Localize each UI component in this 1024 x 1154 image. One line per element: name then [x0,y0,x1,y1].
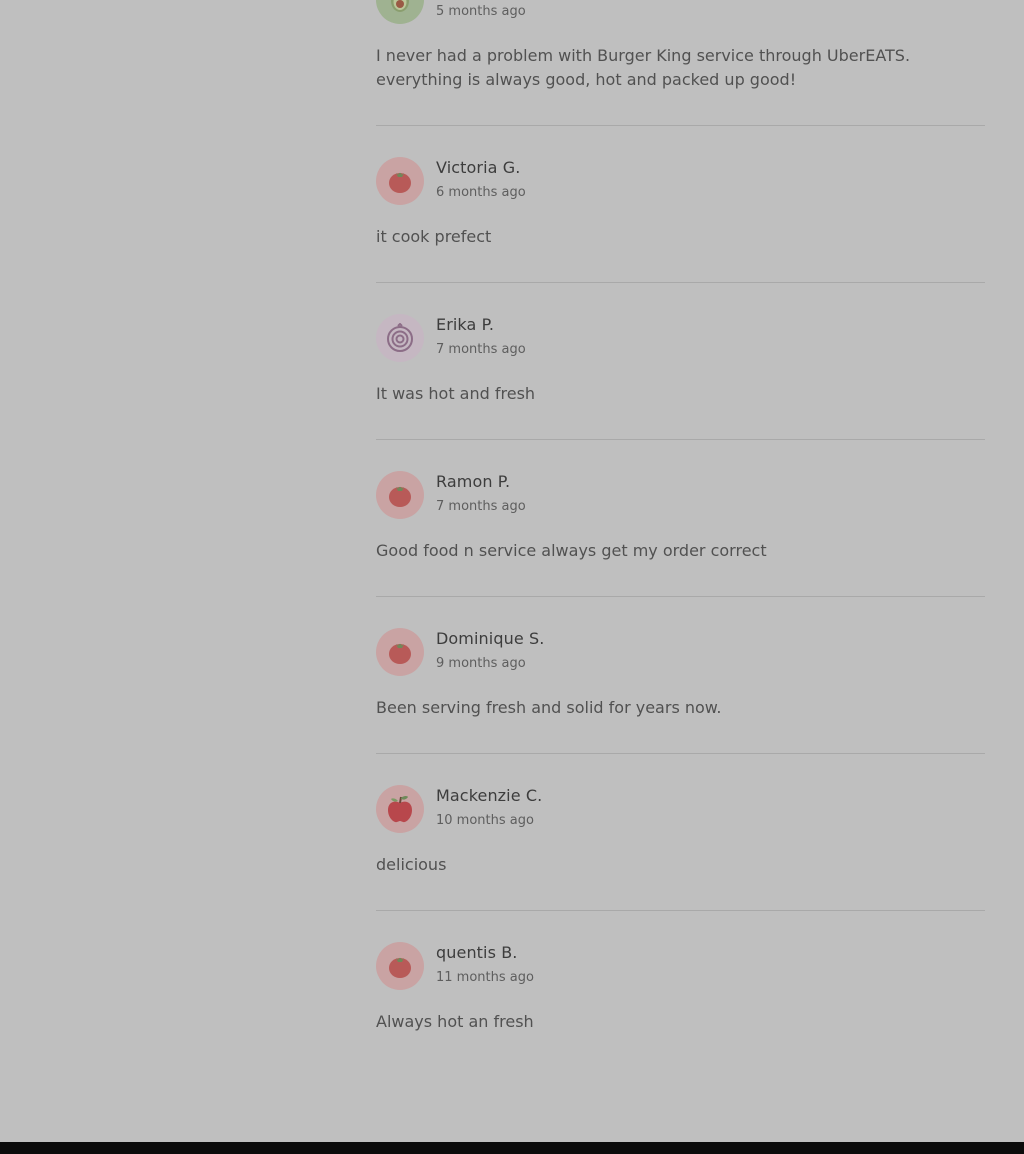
review-text: it cook prefect [376,227,492,246]
review-divider [376,282,985,283]
review-date: 6 months ago [436,185,526,200]
review-item: quentis B. 11 months ago Always hot an f… [376,942,985,1031]
reviewer-name: Erika P. [436,315,495,334]
reviewer-name: quentis B. [436,943,518,962]
review-item: Victoria G. 6 months ago it cook prefect [376,157,985,283]
tomato-icon [387,953,413,979]
page-footer-bar [0,1142,1024,1154]
avocado-icon [386,0,414,14]
review-text: I never had a problem with Burger King s… [376,46,911,89]
review-header: 5 months ago [376,0,985,24]
review-text: Always hot an fresh [376,1012,534,1031]
review-header: quentis B. 11 months ago [376,942,985,990]
review-date: 9 months ago [436,656,526,671]
review-header: Dominique S. 9 months ago [376,628,985,676]
review-date: 7 months ago [436,499,526,514]
review-date: 7 months ago [436,342,526,357]
reviewer-name: Dominique S. [436,629,545,648]
review-header: Mackenzie C. 10 months ago [376,785,985,833]
reviewer-avatar [376,942,424,990]
review-date: 5 months ago [436,4,526,19]
review-date: 11 months ago [436,970,534,985]
reviewer-name: Victoria G. [436,158,521,177]
apple-icon [386,794,414,824]
reviewer-avatar [376,785,424,833]
review-item: Dominique S. 9 months ago Been serving f… [376,628,985,754]
reviewer-avatar [376,0,424,24]
reviewer-avatar [376,471,424,519]
reviewer-name: Mackenzie C. [436,786,543,805]
review-date: 10 months ago [436,813,534,828]
review-divider [376,596,985,597]
review-divider [376,125,985,126]
reviewer-avatar [376,314,424,362]
reviewer-avatar [376,628,424,676]
review-text: Been serving fresh and solid for years n… [376,698,722,717]
review-item: Ramon P. 7 months ago Good food n servic… [376,471,985,597]
onion-icon [385,323,415,353]
reviewer-name: Ramon P. [436,472,511,491]
review-divider [376,753,985,754]
review-item: 5 months ago I never had a problem with … [376,0,985,126]
review-header: Erika P. 7 months ago [376,314,985,362]
review-header: Ramon P. 7 months ago [376,471,985,519]
review-text: It was hot and fresh [376,384,536,403]
review-text: delicious [376,855,447,874]
review-header: Victoria G. 6 months ago [376,157,985,205]
tomato-icon [387,168,413,194]
review-item: Mackenzie C. 10 months ago delicious [376,785,985,911]
reviewer-avatar [376,157,424,205]
review-divider [376,910,985,911]
review-text: Good food n service always get my order … [376,541,767,560]
review-divider [376,439,985,440]
tomato-icon [387,639,413,665]
tomato-icon [387,482,413,508]
review-item: Erika P. 7 months ago It was hot and fre… [376,314,985,440]
